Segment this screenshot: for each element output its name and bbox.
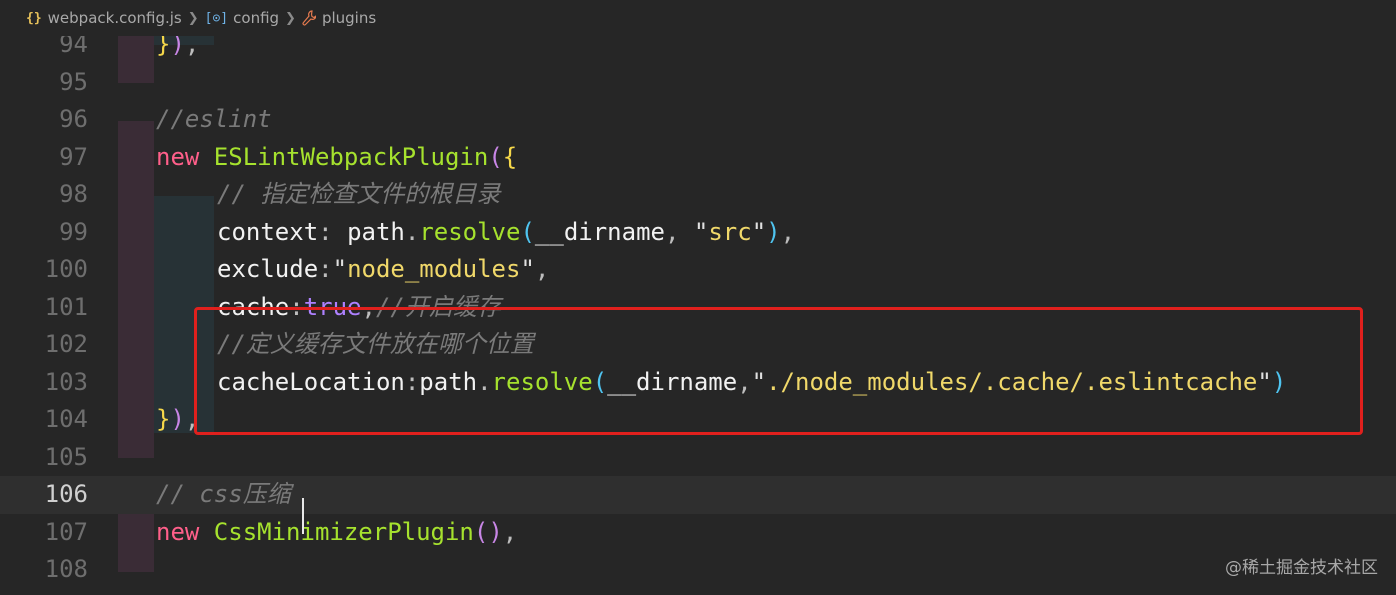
token-fn: resolve	[419, 217, 521, 246]
line-code: }),	[156, 401, 199, 439]
token-prop: path	[347, 217, 405, 246]
token-punct: ,	[502, 517, 518, 546]
token-cls: ESLintWebpackPlugin	[213, 142, 489, 171]
breadcrumb-config-label: config	[233, 9, 280, 27]
token-cls: CssMinimizerPlugin	[213, 517, 474, 546]
chevron-right-icon: ❯	[285, 10, 296, 26]
line-number: 105	[44, 442, 88, 471]
watermark: @稀土掘金技术社区	[1225, 558, 1378, 578]
token-quote: "	[693, 217, 709, 246]
line-number: 100	[44, 255, 88, 283]
breadcrumb-file[interactable]: {} webpack.config.js	[26, 9, 182, 27]
token-punct: :	[318, 255, 333, 283]
token-paren2: )	[766, 217, 781, 246]
token-paren: ()	[473, 517, 503, 546]
line-number: 96	[59, 105, 88, 133]
line-code: new ESLintWebpackPlugin({	[156, 139, 517, 177]
token-kw: new	[156, 142, 214, 171]
token-prop: exclude	[217, 255, 319, 283]
line-number: 101	[44, 292, 88, 321]
code-line[interactable]: 105	[0, 439, 1396, 477]
token-brace: }	[156, 405, 171, 433]
token-punct: ,	[534, 255, 550, 283]
line-code: new CssMinimizerPlugin(),	[156, 514, 517, 552]
line-number: 99	[59, 217, 88, 246]
code-line[interactable]: 96 //eslint	[0, 101, 1396, 139]
token-prop: __dirname	[534, 217, 665, 246]
token-cm: //eslint	[156, 105, 272, 133]
line-number: 108	[44, 555, 88, 583]
breadcrumb-plugins-label: plugins	[321, 9, 377, 27]
token-str: src	[708, 217, 752, 246]
code-line[interactable]: 97 new ESLintWebpackPlugin({	[0, 139, 1396, 177]
line-code: exclude:"node_modules",	[217, 251, 549, 289]
code-line[interactable]: 107 new CssMinimizerPlugin(),	[0, 514, 1396, 552]
token-punct: .	[404, 217, 420, 246]
token-quote: "	[520, 255, 535, 283]
line-number: 95	[59, 67, 88, 96]
token-punct: :	[318, 217, 348, 246]
code-editor[interactable]: 93filename: [name].[hash:8].css94}),9596…	[0, 0, 1396, 595]
token-paren: (	[488, 142, 503, 171]
code-line[interactable]: 99 context: path.resolve(__dirname, "src"…	[0, 214, 1396, 252]
breadcrumb: {} webpack.config.js ❯ [⊙] config ❯ plug…	[0, 0, 1396, 36]
token-punct: ,	[780, 217, 796, 246]
token-punct: ,	[664, 217, 694, 246]
token-prop: context	[217, 217, 319, 246]
line-number: 103	[44, 367, 88, 396]
chevron-right-icon: ❯	[187, 10, 199, 26]
code-line[interactable]: 100 exclude:"node_modules",	[0, 251, 1396, 289]
token-cm: // 指定检查文件的根目录	[217, 180, 501, 208]
token-brace: {	[502, 142, 518, 171]
line-number: 98	[59, 180, 88, 208]
code-line[interactable]: 98 // 指定检查文件的根目录	[0, 176, 1396, 214]
wrench-icon	[302, 10, 316, 26]
line-number: 104	[44, 405, 88, 433]
code-line[interactable]: 106 // css压缩	[0, 476, 1396, 514]
line-number: 102	[44, 330, 88, 358]
line-code: // 指定检查文件的根目录	[217, 176, 500, 214]
highlight-box	[194, 307, 1363, 435]
token-quote: "	[751, 217, 767, 246]
token-quote: "	[332, 255, 348, 283]
breadcrumb-plugins[interactable]: plugins	[302, 9, 376, 27]
token-paren2: (	[520, 217, 535, 246]
code-line[interactable]: 108	[0, 551, 1396, 589]
token-cm: // css压缩	[156, 480, 291, 508]
line-number: 97	[59, 142, 88, 171]
token-kw: new	[156, 517, 214, 546]
line-number: 106	[44, 480, 88, 508]
line-code: //eslint	[156, 101, 272, 139]
variable-icon: [⊙]	[204, 10, 229, 26]
text-cursor	[302, 498, 304, 534]
code-line[interactable]: 95	[0, 64, 1396, 102]
js-file-icon: {}	[26, 10, 42, 26]
token-str: node_modules	[347, 255, 521, 283]
breadcrumb-file-label: webpack.config.js	[47, 9, 182, 27]
token-paren: )	[170, 405, 185, 433]
line-number: 107	[44, 517, 88, 546]
line-code: // css压缩	[156, 476, 291, 514]
line-code: context: path.resolve(__dirname, "src"),	[217, 214, 795, 252]
breadcrumb-config[interactable]: [⊙] config	[205, 9, 279, 27]
